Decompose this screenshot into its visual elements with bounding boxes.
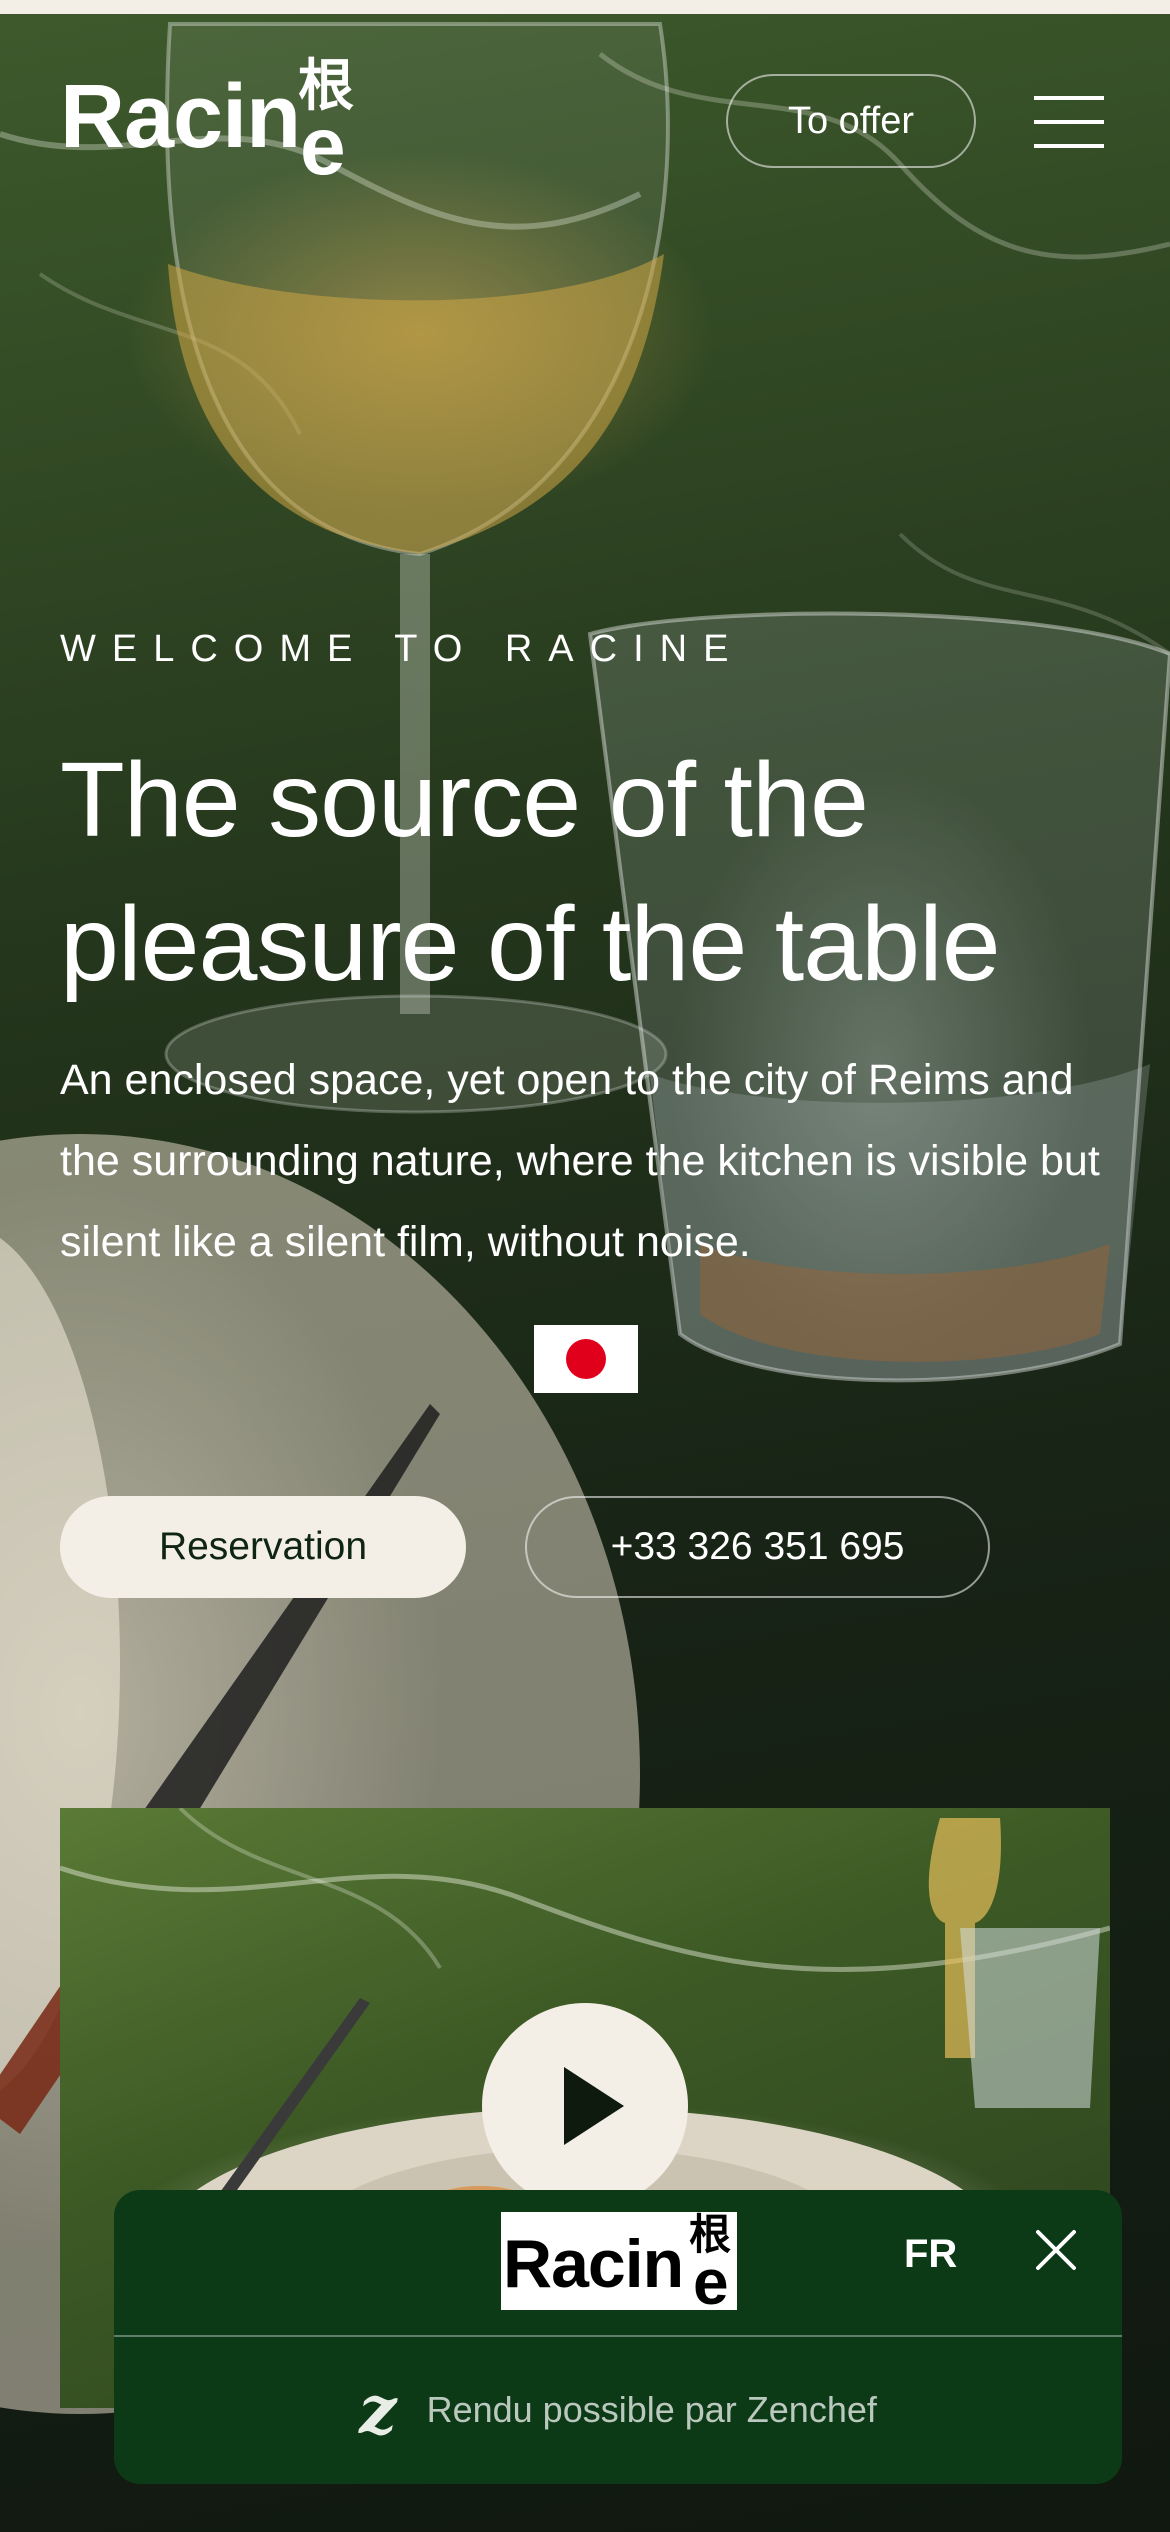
play-glyph [564,2067,624,2145]
booking-widget: Racin 根 e FR z Rendu possible par Zenche… [114,2190,1122,2484]
language-selector[interactable]: FR [904,2232,957,2277]
hero-intro: An enclosed space, yet open to the city … [60,1056,1100,1266]
hero-eyebrow: WELCOME TO RACINE [60,628,745,670]
logo-e: e [300,101,346,192]
site-logo[interactable]: Racin 根 e [60,52,360,192]
hero-headline: The source of the pleasure of the table [60,741,1001,1003]
zenchef-z-icon: z [359,2371,397,2449]
widget-logo: Racin 根 e [501,2212,737,2314]
widget-divider [114,2335,1122,2337]
phone-button[interactable]: +33 326 351 695 [525,1496,990,1598]
logo-text: Racin [60,67,301,167]
widget-logo-e: e [693,2246,729,2318]
close-glyph [1036,2230,1076,2270]
powered-by-text: Rendu possible par Zenchef [426,2389,877,2430]
play-icon[interactable] [482,2003,688,2209]
widget-logo-text: Racin [503,2226,684,2302]
to-offer-button[interactable]: To offer [726,74,976,168]
close-icon[interactable] [1026,2220,1086,2280]
top-strip [0,0,1170,14]
hamburger-menu-icon[interactable] [1034,96,1104,148]
powered-by-footer[interactable]: z Rendu possible par Zenchef [114,2340,1122,2480]
japan-flag-icon [534,1325,638,1393]
reservation-button[interactable]: Reservation [60,1496,466,1598]
